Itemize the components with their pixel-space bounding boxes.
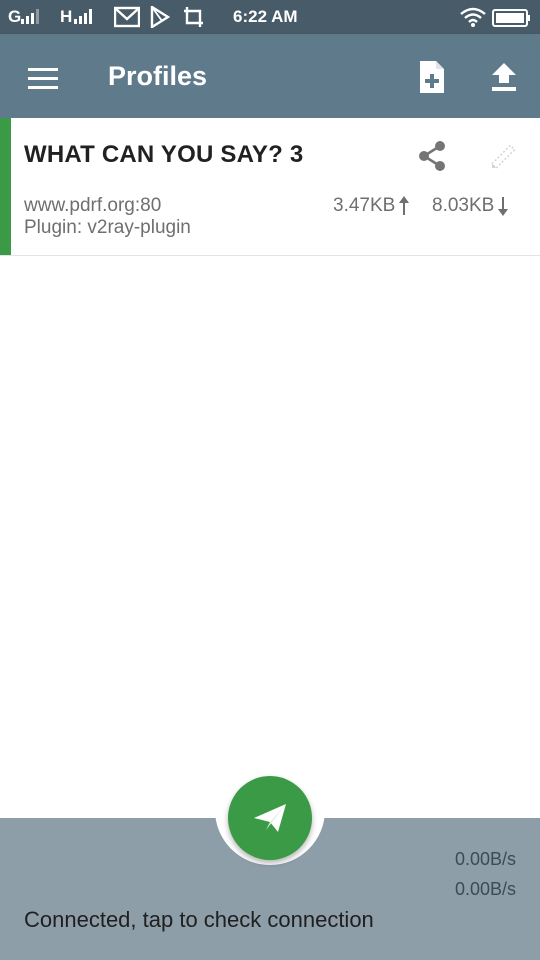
menu-button[interactable]: [18, 56, 66, 96]
screenshot-icon: [184, 7, 203, 27]
status-bar: G H 6:22 AM: [0, 0, 540, 34]
arrow-up-icon: [399, 196, 410, 215]
gmail-icon: [114, 6, 140, 28]
send-icon: [254, 804, 286, 832]
connect-button[interactable]: [228, 776, 312, 860]
rx-rate: 0.00B/s: [454, 879, 516, 899]
tx-rate: 0.00B/s: [454, 849, 516, 869]
active-indicator: [0, 118, 11, 255]
signal-icon-1: [21, 8, 39, 24]
play-store-icon: [150, 6, 170, 28]
edit-button[interactable]: [484, 136, 524, 176]
connection-status[interactable]: Connected, tap to check connection: [24, 906, 374, 934]
wifi-icon: [460, 7, 486, 27]
profile-server: www.pdrf.org:80: [24, 195, 162, 216]
add-profile-button[interactable]: [410, 56, 454, 100]
app-bar: Profiles: [0, 34, 540, 118]
traffic-tx-value: 3.47KB: [333, 195, 396, 216]
page-title: Profiles: [108, 61, 208, 91]
network-type-2: H: [60, 7, 73, 26]
menu-icon: [28, 68, 58, 89]
upload-icon: [492, 63, 516, 91]
traffic-rx-value: 8.03KB: [432, 195, 495, 216]
edit-icon: [490, 144, 516, 170]
share-icon: [419, 141, 445, 171]
import-button[interactable]: [482, 56, 526, 100]
signal-icon-2: [74, 8, 92, 24]
traffic-tx: 3.47KB: [333, 194, 410, 218]
arrow-down-icon: [498, 197, 509, 216]
add-file-icon: [420, 61, 444, 93]
profile-card[interactable]: WHAT CAN YOU SAY? 3 www.pdrf.org:80 Plug…: [0, 118, 540, 256]
share-button[interactable]: [412, 136, 452, 176]
traffic-rx: 8.03KB: [432, 194, 509, 218]
network-type-1: G: [8, 7, 22, 26]
battery-icon: [492, 9, 530, 27]
profile-plugin: Plugin: v2ray-plugin: [24, 217, 191, 238]
status-time: 6:22 AM: [233, 7, 298, 26]
profile-name: WHAT CAN YOU SAY? 3: [24, 141, 304, 168]
